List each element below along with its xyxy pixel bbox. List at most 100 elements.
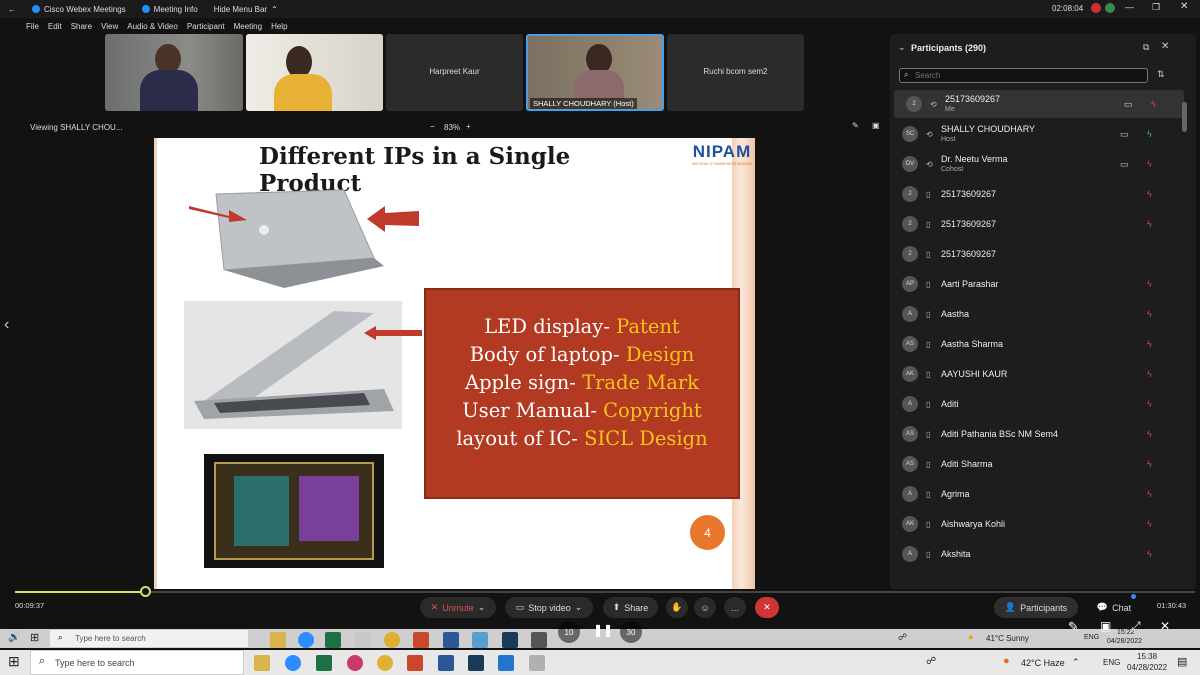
sort-icon[interactable]: ⇅ bbox=[1157, 69, 1165, 80]
volume-icon[interactable]: 🔊 bbox=[8, 632, 20, 643]
annotate-icon[interactable]: ✎ bbox=[852, 121, 859, 130]
stop-video-button[interactable]: ▭ Stop video ⌄ bbox=[505, 597, 593, 618]
taskbar-search-box[interactable]: ⌕ Type here to search bbox=[30, 650, 244, 675]
zoom-in-button[interactable]: + bbox=[466, 122, 471, 131]
mic-muted-icon[interactable]: ϟ bbox=[1147, 159, 1152, 169]
camera-icon[interactable]: ▭ bbox=[1124, 99, 1133, 110]
tray-chevron-icon[interactable]: ⌃ bbox=[1072, 657, 1080, 668]
mic-icon[interactable]: ϟ bbox=[1147, 129, 1152, 139]
participant-search-box[interactable]: ⌕ bbox=[899, 68, 1148, 83]
menu-share[interactable]: Share bbox=[71, 22, 92, 31]
word-icon[interactable] bbox=[438, 655, 454, 674]
mic-muted-icon[interactable]: ϟ bbox=[1151, 99, 1156, 109]
video-thumbnail-ruchi[interactable]: Ruchi bcom sem2 bbox=[667, 34, 804, 111]
participant-row[interactable]: AS ▯ Aastha Sharma ϟ bbox=[890, 330, 1180, 358]
participant-row[interactable]: A ▯ Agrima ϟ bbox=[890, 480, 1180, 508]
hide-menu-bar-button[interactable]: Hide Menu Bar ⌃ bbox=[214, 5, 278, 14]
video-thumbnail-harpreet[interactable]: Harpreet Kaur bbox=[386, 34, 523, 111]
back-icon[interactable]: ← bbox=[8, 5, 16, 14]
restore-icon[interactable]: ❐ bbox=[1152, 2, 1160, 13]
scrollbar-thumb[interactable] bbox=[1182, 102, 1187, 132]
video-thumbnail-1[interactable] bbox=[105, 34, 243, 111]
pause-icon[interactable]: ❚❚ bbox=[593, 623, 613, 637]
camera-icon[interactable]: ▭ bbox=[1120, 159, 1129, 170]
webex-taskbar-icon[interactable] bbox=[502, 632, 518, 651]
share-button[interactable]: ⬆ Share bbox=[603, 597, 658, 618]
mic-muted-icon[interactable]: ϟ bbox=[1147, 549, 1152, 559]
media-player-icon[interactable] bbox=[498, 655, 514, 674]
menu-edit[interactable]: Edit bbox=[48, 22, 62, 31]
app-icon[interactable] bbox=[529, 655, 545, 674]
zoom-out-button[interactable]: − bbox=[430, 122, 435, 131]
menu-meeting[interactable]: Meeting bbox=[234, 22, 262, 31]
mic-muted-icon[interactable]: ϟ bbox=[1147, 489, 1152, 499]
taskbar-lang[interactable]: ENG bbox=[1103, 658, 1120, 667]
screen-options-icon[interactable]: ▣ bbox=[872, 121, 880, 130]
participant-row[interactable]: 2 ▯ 25173609267 ϟ bbox=[890, 180, 1180, 208]
chevron-left-icon[interactable]: ‹ bbox=[4, 316, 9, 334]
raise-hand-button[interactable]: ✋ bbox=[666, 597, 688, 618]
inner-search-box[interactable]: ⌕ Type here to search bbox=[50, 630, 248, 647]
participants-button[interactable]: 👤 Participants bbox=[994, 597, 1078, 618]
word-icon[interactable] bbox=[443, 632, 459, 651]
close-icon[interactable]: ✕ bbox=[1180, 1, 1188, 12]
file-explorer-icon[interactable] bbox=[254, 655, 270, 674]
start-icon[interactable]: ⊞ bbox=[8, 653, 20, 670]
mic-muted-icon[interactable]: ϟ bbox=[1147, 519, 1152, 529]
close-panel-icon[interactable]: ✕ bbox=[1161, 41, 1169, 52]
playback-track[interactable] bbox=[15, 591, 1195, 593]
mic-muted-icon[interactable]: ϟ bbox=[1147, 219, 1152, 229]
file-explorer-icon[interactable] bbox=[270, 632, 286, 651]
participant-row[interactable]: AS ▯ Aditi Pathania BSc NM Sem4 ϟ bbox=[890, 420, 1180, 448]
app-icon[interactable] bbox=[472, 632, 488, 651]
participant-row[interactable]: A ▯ Aastha ϟ bbox=[890, 300, 1180, 328]
meeting-info-button[interactable]: Meeting Info bbox=[141, 5, 198, 14]
mic-muted-icon[interactable]: ϟ bbox=[1147, 339, 1152, 349]
participant-row[interactable]: 2 ⟲ 25173609267 Me ▭ ϟ bbox=[894, 90, 1184, 118]
windows-icon[interactable]: ⊞ bbox=[30, 631, 39, 644]
skip-forward-button[interactable]: 30 bbox=[620, 621, 642, 643]
more-options-button[interactable]: … bbox=[724, 597, 746, 618]
edit-icon[interactable]: ✎ bbox=[1068, 619, 1079, 635]
screen-icon[interactable]: ▣ bbox=[1100, 619, 1111, 633]
participant-row[interactable]: AS ▯ Aditi Sharma ϟ bbox=[890, 450, 1180, 478]
mic-muted-icon[interactable]: ϟ bbox=[1147, 459, 1152, 469]
snip-icon[interactable] bbox=[347, 655, 363, 674]
participant-row[interactable]: 2 ▯ 25173609267 ϟ bbox=[890, 210, 1180, 238]
participant-row[interactable]: A ▯ Aditi ϟ bbox=[890, 390, 1180, 418]
participant-row[interactable]: AK ▯ Aishwarya Kohli ϟ bbox=[890, 510, 1180, 538]
leave-meeting-button[interactable]: ✕ bbox=[755, 597, 779, 618]
zoom-icon[interactable] bbox=[298, 632, 314, 651]
mic-muted-icon[interactable]: ϟ bbox=[1147, 309, 1152, 319]
menu-file[interactable]: File bbox=[26, 22, 39, 31]
search-input[interactable] bbox=[915, 70, 1135, 81]
webex-taskbar-icon[interactable] bbox=[468, 655, 484, 674]
unmute-button[interactable]: ✕ Unmute ⌄ bbox=[420, 597, 496, 618]
participant-row[interactable]: AK ▯ AAYUSHI KAUR ϟ bbox=[890, 360, 1180, 388]
zoom-icon[interactable] bbox=[285, 655, 301, 674]
menu-help[interactable]: Help bbox=[271, 22, 287, 31]
participant-row[interactable]: AP ▯ Aarti Parashar ϟ bbox=[890, 270, 1180, 298]
powerpoint-icon[interactable] bbox=[407, 655, 423, 674]
mic-muted-icon[interactable]: ϟ bbox=[1147, 399, 1152, 409]
video-thumbnail-2[interactable] bbox=[246, 34, 383, 111]
chrome-icon[interactable] bbox=[384, 632, 400, 651]
reactions-button[interactable]: ☺ bbox=[694, 597, 716, 618]
participant-row[interactable]: DV ⟲ Dr. Neetu Verma Cohost ▭ ϟ bbox=[890, 150, 1180, 178]
participant-row[interactable]: A ▯ Akshita ϟ bbox=[890, 540, 1180, 568]
fullscreen-icon[interactable]: ⤢ bbox=[1131, 619, 1141, 634]
menu-audio-video[interactable]: Audio & Video bbox=[127, 22, 178, 31]
app-icon[interactable] bbox=[531, 632, 547, 651]
excel-icon[interactable] bbox=[316, 655, 332, 674]
minimize-icon[interactable]: — bbox=[1125, 2, 1134, 12]
mic-muted-icon[interactable]: ϟ bbox=[1147, 429, 1152, 439]
mic-muted-icon[interactable]: ϟ bbox=[1147, 189, 1152, 199]
excel-icon[interactable] bbox=[325, 632, 341, 651]
notification-icon[interactable]: ▤ bbox=[1177, 655, 1187, 668]
participant-row[interactable]: 2 ▯ 25173609267 bbox=[890, 240, 1180, 268]
collapse-chevron-icon[interactable]: ⌄ bbox=[898, 42, 906, 53]
chrome-icon[interactable] bbox=[377, 655, 393, 674]
powerpoint-icon[interactable] bbox=[413, 632, 429, 651]
mic-muted-icon[interactable]: ϟ bbox=[1147, 279, 1152, 289]
menu-participant[interactable]: Participant bbox=[187, 22, 225, 31]
